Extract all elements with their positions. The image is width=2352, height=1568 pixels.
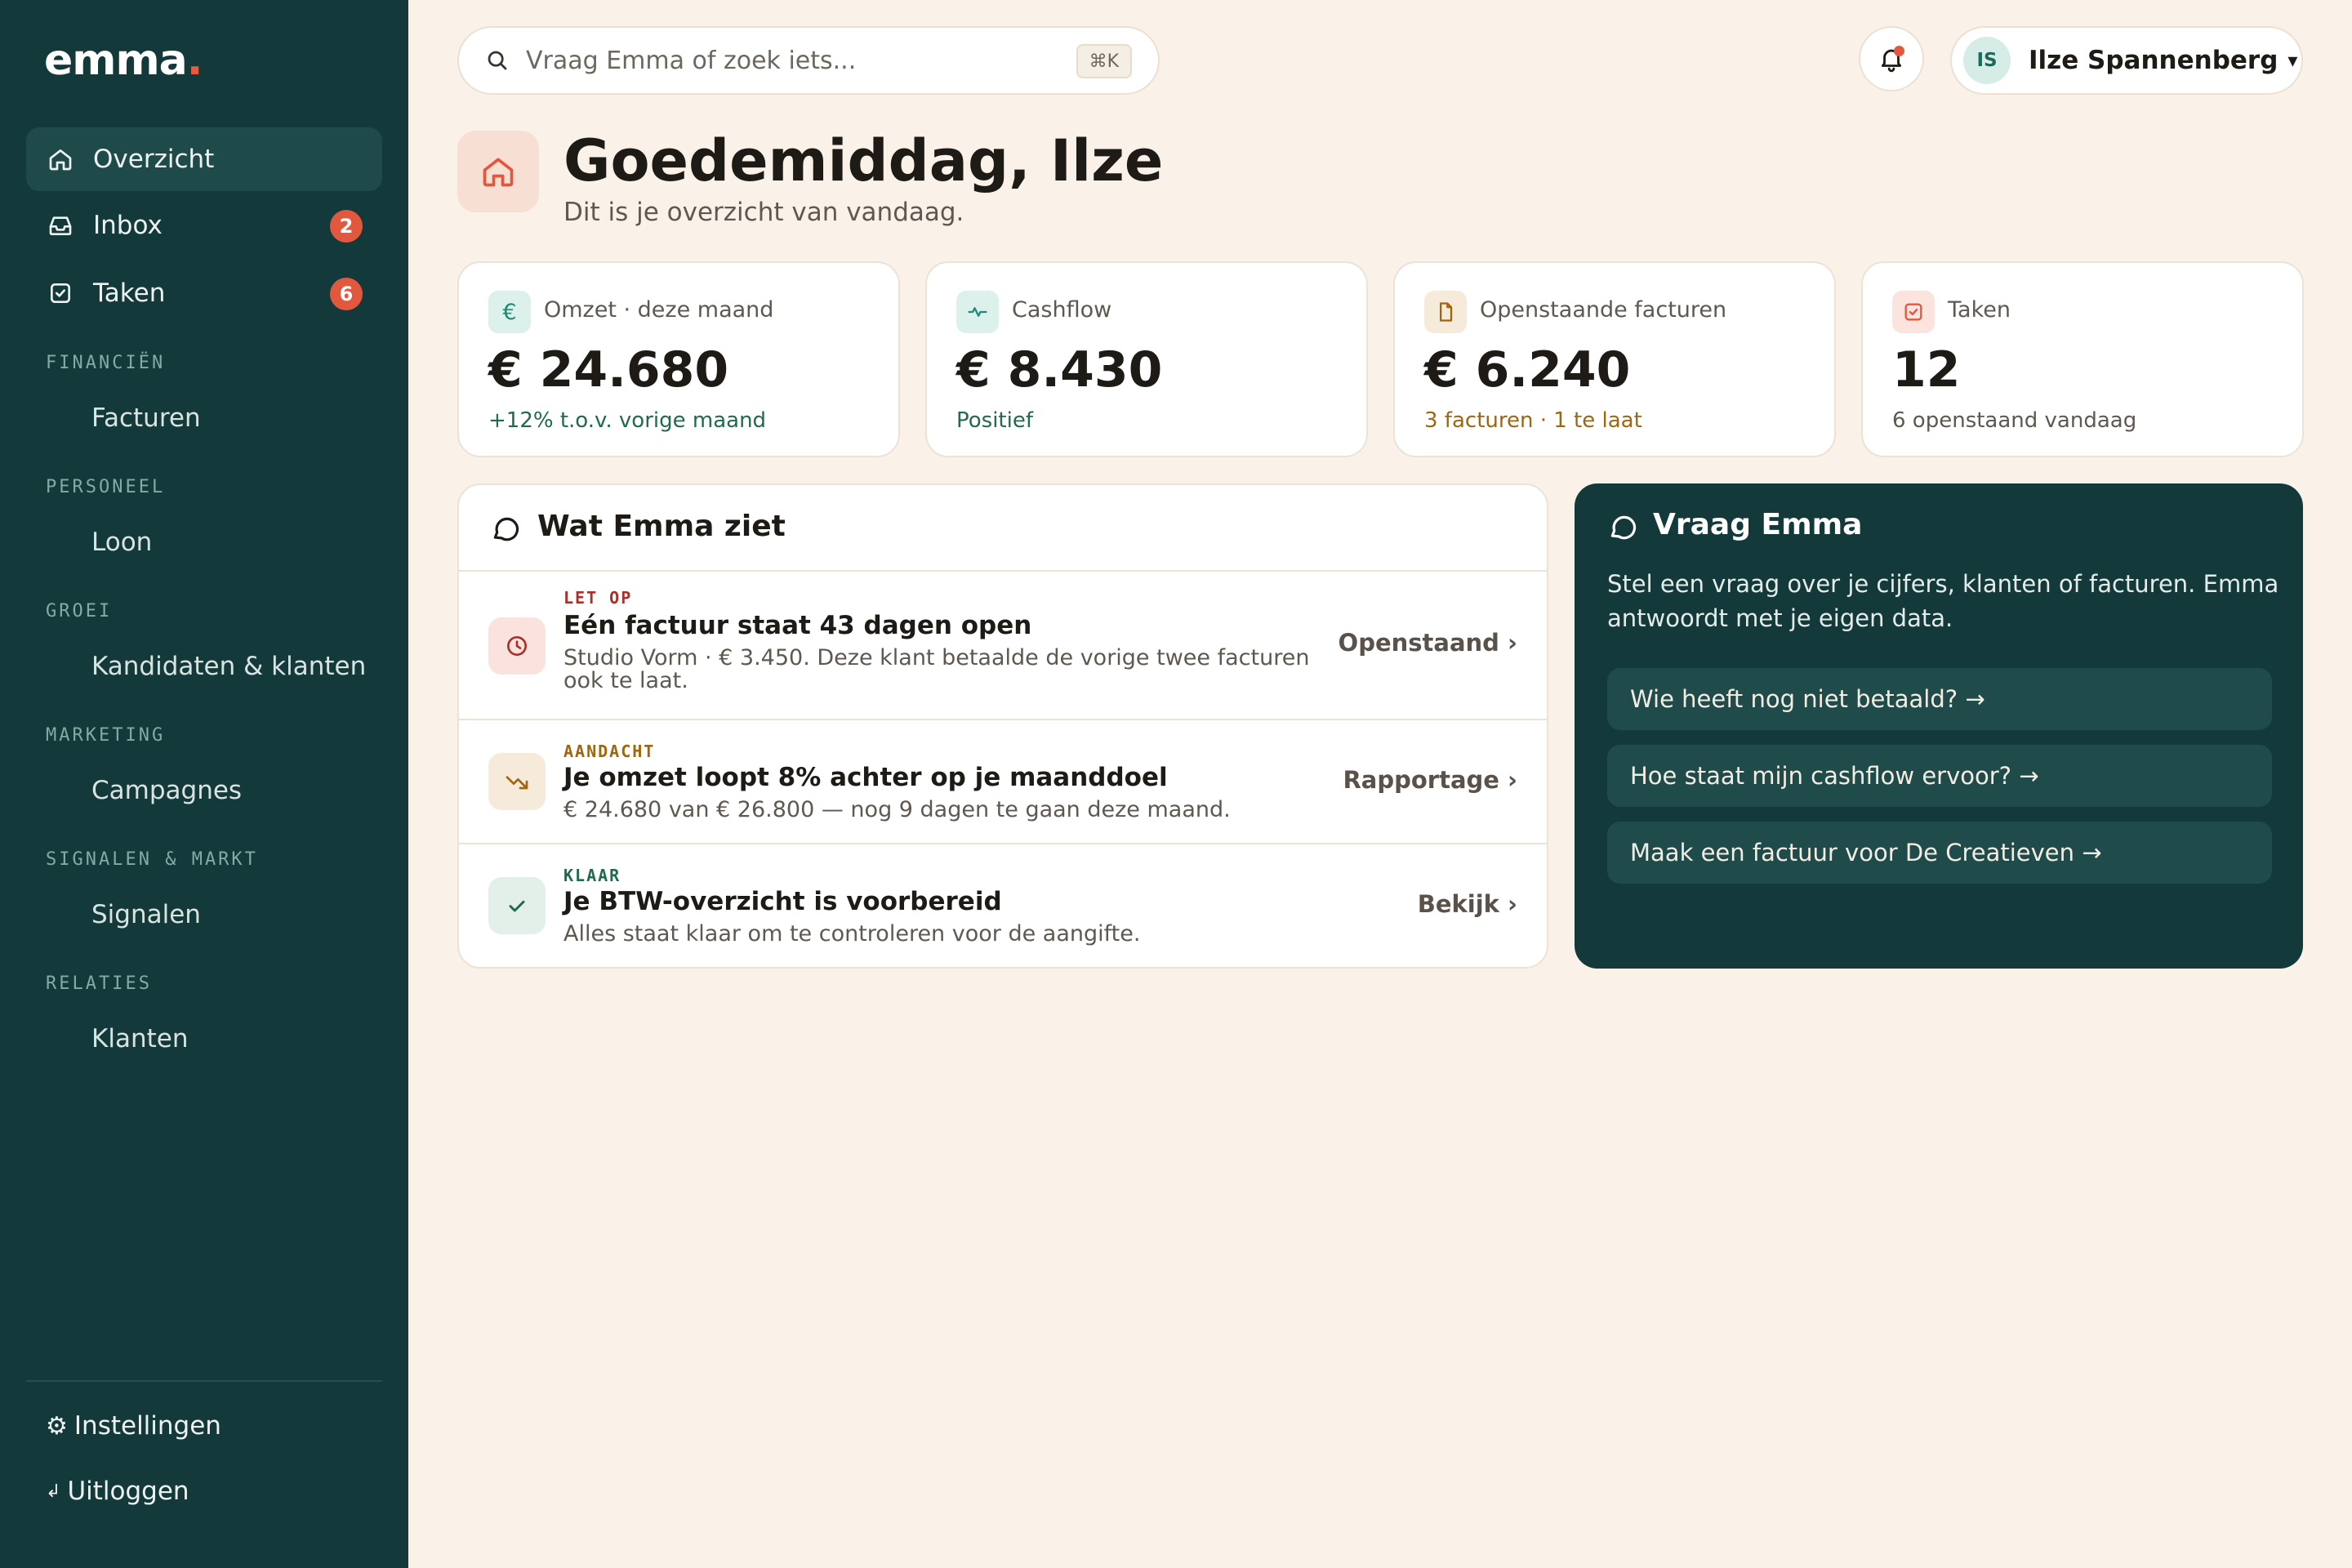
- insight-row-overdue-invoice[interactable]: LET OP Eén factuur staat 43 dagen open S…: [459, 572, 1547, 720]
- keyboard-shortcut-hint: ⌘K: [1076, 44, 1132, 78]
- sidebar-item-campagnes[interactable]: Campagnes: [91, 776, 242, 805]
- ask-emma-panel: Vraag Emma Stel een vraag over je cijfer…: [1575, 483, 2303, 969]
- suggested-question-button[interactable]: Hoe staat mijn cashflow ervoor? →: [1607, 745, 2272, 807]
- stat-label: Taken: [1948, 297, 2011, 323]
- stat-note: Positief: [956, 408, 1033, 433]
- settings-label: Instellingen: [74, 1411, 221, 1441]
- section-label-signalen-markt: SIGNALEN & MARKT: [46, 849, 258, 870]
- chat-bubble-icon: [1610, 515, 1637, 540]
- insight-link-rapportage[interactable]: Rapportage ›: [1343, 766, 1517, 794]
- insight-tag: LET OP: [564, 588, 633, 608]
- insight-tag: AANDACHT: [564, 742, 656, 761]
- page-subtitle: Dit is je overzicht van vandaag.: [564, 198, 964, 227]
- section-label-marketing: MARKETING: [46, 725, 166, 746]
- section-label-groei: GROEI: [46, 601, 113, 621]
- home-icon: [46, 145, 75, 174]
- sidebar-item-facturen[interactable]: Facturen: [91, 403, 201, 433]
- sidebar-item-klanten[interactable]: Klanten: [91, 1024, 188, 1054]
- nav-item-taken[interactable]: Taken 6: [26, 261, 382, 325]
- stat-card-cashflow[interactable]: Cashflow € 8.430 Positief: [925, 261, 1368, 457]
- section-label-financien: FINANCIËN: [46, 353, 166, 373]
- nav-item-inbox[interactable]: Inbox 2: [26, 194, 382, 257]
- insights-title: Wat Emma ziet: [537, 510, 786, 543]
- insight-link-openstaand[interactable]: Openstaand ›: [1339, 629, 1517, 657]
- gear-icon: ⚙: [46, 1411, 68, 1441]
- document-icon: [1424, 291, 1467, 333]
- home-icon: [457, 131, 539, 212]
- checkbox-icon: [46, 278, 75, 308]
- nav-item-label: Taken: [93, 278, 166, 308]
- stat-card-taken[interactable]: Taken 12 6 openstaand vandaag: [1861, 261, 2304, 457]
- insight-link-bekijk[interactable]: Bekijk ›: [1418, 890, 1517, 918]
- stat-value: € 8.430: [956, 341, 1163, 399]
- user-name: Ilze Spannenberg: [2029, 46, 2278, 75]
- sidebar-item-loon[interactable]: Loon: [91, 528, 152, 557]
- insights-header: Wat Emma ziet: [459, 485, 1547, 572]
- settings-link[interactable]: ⚙ Instellingen: [46, 1411, 221, 1441]
- user-menu-button[interactable]: IS Ilze Spannenberg ▾: [1950, 26, 2303, 95]
- ask-emma-description: Stel een vraag over je cijfers, klanten …: [1607, 570, 2279, 632]
- sidebar-item-signalen[interactable]: Signalen: [91, 900, 201, 929]
- trend-down-icon: [488, 753, 546, 810]
- chat-bubble-icon: [493, 517, 519, 541]
- avatar: IS: [1963, 37, 2011, 84]
- notifications-button[interactable]: [1859, 26, 1924, 91]
- sidebar-divider: [26, 1380, 382, 1382]
- stat-value: € 24.680: [488, 341, 729, 399]
- stat-label: Openstaande facturen: [1480, 297, 1727, 323]
- suggested-question-button[interactable]: Wie heeft nog niet betaald? →: [1607, 668, 2272, 730]
- page-title: Goedemiddag, Ilze: [564, 127, 1164, 194]
- section-label-relaties: RELATIES: [46, 973, 152, 994]
- insight-description: Studio Vorm · € 3.450. Deze klant betaal…: [564, 645, 1310, 693]
- search-input[interactable]: Vraag Emma of zoek iets... ⌘K: [457, 26, 1160, 95]
- insight-title: Je omzet loopt 8% achter op je maanddoel: [564, 763, 1168, 792]
- insight-row-revenue-target[interactable]: AANDACHT Je omzet loopt 8% achter op je …: [459, 720, 1547, 844]
- insight-description: Alles staat klaar om te controleren voor…: [564, 921, 1141, 947]
- stat-value: € 6.240: [1424, 341, 1631, 399]
- euro-icon: €: [488, 291, 531, 333]
- insight-row-btw-overview[interactable]: KLAAR Je BTW-overzicht is voorbereid All…: [459, 844, 1547, 967]
- stat-note: 3 facturen · 1 te laat: [1424, 408, 1642, 433]
- logout-icon: ↲: [46, 1481, 61, 1502]
- logout-label: Uitloggen: [67, 1477, 189, 1506]
- stat-label: Cashflow: [1012, 297, 1112, 323]
- sidebar: emma. Overzicht Inbox 2 Taken 6 FINANCIË…: [0, 0, 408, 1568]
- stat-card-openstaande-facturen[interactable]: Openstaande facturen € 6.240 3 facturen …: [1393, 261, 1836, 457]
- section-label-personeel: PERSONEEL: [46, 477, 166, 497]
- insight-title: Eén factuur staat 43 dagen open: [564, 611, 1032, 640]
- nav-item-label: Inbox: [93, 211, 163, 240]
- stat-value: 12: [1892, 341, 1961, 399]
- check-icon: [488, 877, 546, 934]
- sidebar-item-kandidaten-klanten[interactable]: Kandidaten & klanten: [91, 652, 366, 681]
- stat-note: +12% t.o.v. vorige maand: [488, 408, 767, 433]
- stat-label: Omzet · deze maand: [544, 297, 774, 323]
- checkbox-icon: [1892, 291, 1935, 333]
- taken-count-badge: 6: [330, 278, 363, 310]
- search-icon: [488, 51, 507, 70]
- insight-tag: KLAAR: [564, 866, 621, 885]
- logout-link[interactable]: ↲ Uitloggen: [46, 1477, 189, 1506]
- nav-item-overzicht[interactable]: Overzicht: [26, 127, 382, 191]
- inbox-icon: [46, 211, 75, 240]
- insight-title: Je BTW-overzicht is voorbereid: [564, 887, 1002, 916]
- notification-dot: [1894, 46, 1904, 56]
- chevron-down-icon: ▾: [2287, 49, 2298, 72]
- emma-logo[interactable]: emma.: [44, 36, 203, 85]
- stat-card-omzet[interactable]: € Omzet · deze maand € 24.680 +12% t.o.v…: [457, 261, 900, 457]
- inbox-count-badge: 2: [330, 210, 363, 243]
- clock-icon: [488, 617, 546, 675]
- ask-emma-title: Vraag Emma: [1653, 508, 1863, 541]
- insights-panel: Wat Emma ziet LET OP Eén factuur staat 4…: [457, 483, 1548, 969]
- stat-note: 6 openstaand vandaag: [1892, 408, 2137, 433]
- suggested-question-button[interactable]: Maak een factuur voor De Creatieven →: [1607, 822, 2272, 884]
- nav-item-label: Overzicht: [93, 145, 215, 174]
- pulse-icon: [956, 291, 999, 333]
- insight-description: € 24.680 van € 26.800 — nog 9 dagen te g…: [564, 797, 1231, 822]
- search-placeholder: Vraag Emma of zoek iets...: [526, 46, 857, 75]
